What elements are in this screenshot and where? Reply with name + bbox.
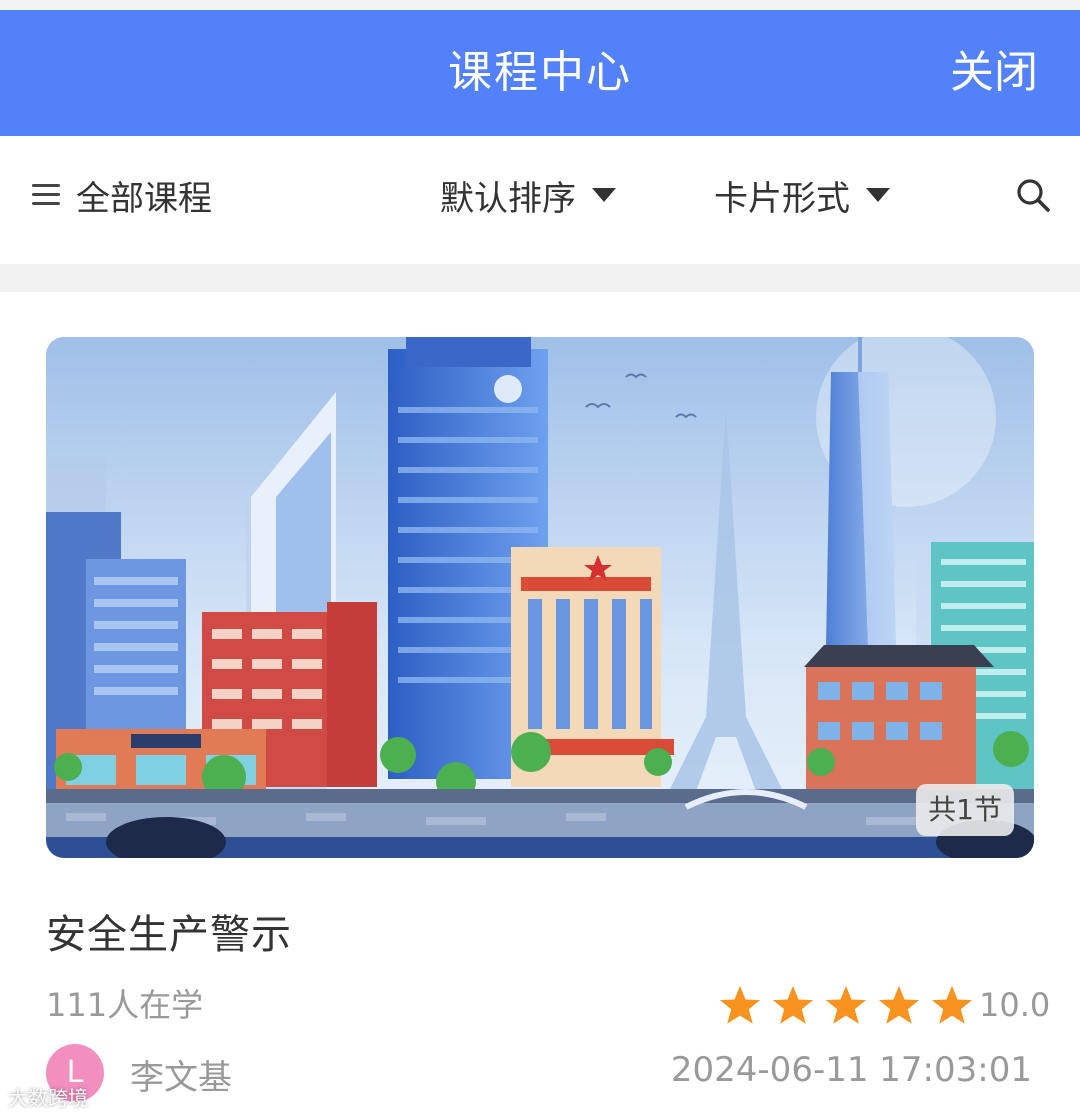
course-card[interactable]: 共1节 安全生产警示 111人在学 10.0 L 李文基 2024-06-11 …: [0, 292, 1080, 1113]
course-title[interactable]: 安全生产警示: [46, 902, 292, 960]
close-button[interactable]: 关闭: [950, 10, 1038, 136]
view-mode-label: 卡片形式: [714, 178, 850, 219]
app-header: 课程中心 关闭: [0, 10, 1080, 136]
city-illustration: [46, 337, 1034, 858]
filter-toolbar: 全部课程 默认排序 卡片形式: [0, 136, 1080, 264]
publish-date: 2024-06-11 17:03:01: [670, 1050, 1032, 1090]
star-icon: [772, 985, 814, 1024]
watermark: 大数跨境: [8, 1086, 88, 1110]
all-courses-label: 全部课程: [76, 178, 212, 219]
lesson-count-badge: 共1节: [916, 784, 1014, 836]
rating-score: 10.0: [979, 986, 1051, 1024]
rating-stars: 10.0: [718, 984, 1050, 1026]
star-icon: [931, 985, 973, 1024]
caret-down-icon: [592, 188, 616, 202]
status-strip: [0, 0, 1080, 10]
star-icon: [719, 985, 761, 1024]
author-name: 李文基: [130, 1058, 232, 1098]
caret-down-icon: [866, 188, 890, 202]
learner-count: 111人在学: [46, 986, 204, 1024]
search-icon[interactable]: [1016, 178, 1050, 212]
section-divider: [0, 264, 1080, 292]
star-icon: [878, 985, 920, 1024]
page-title: 课程中心: [448, 47, 632, 98]
sort-label: 默认排序: [440, 178, 576, 219]
sort-dropdown[interactable]: 默认排序: [440, 136, 616, 254]
menu-icon: [32, 184, 60, 206]
view-mode-dropdown[interactable]: 卡片形式: [714, 136, 890, 254]
course-cover-image[interactable]: 共1节: [46, 337, 1034, 858]
star-icon: [825, 985, 867, 1024]
all-courses-filter[interactable]: 全部课程: [32, 136, 212, 254]
